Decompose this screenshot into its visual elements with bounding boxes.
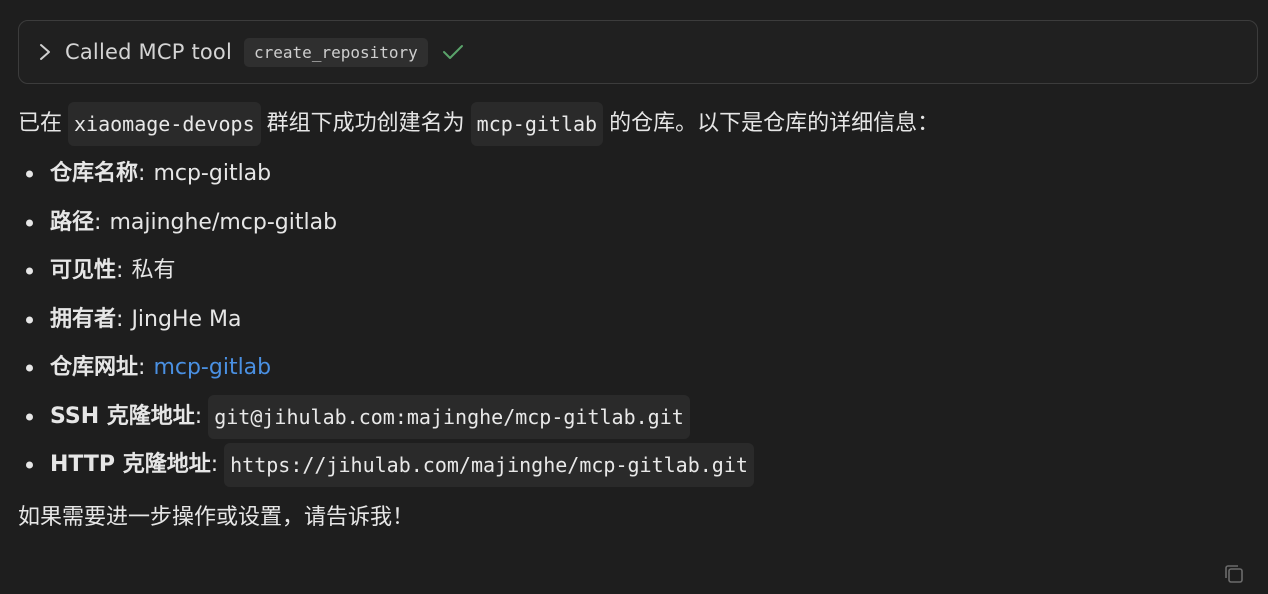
copy-icon[interactable]: [1222, 562, 1246, 586]
detail-value: mcp-gitlab: [153, 161, 272, 187]
assistant-message: 已在 xiaomage-devops 群组下成功创建名为 mcp-gitlab …: [18, 102, 1248, 540]
detail-label: 仓库网址: [50, 355, 139, 381]
tool-name-badge: create_repository: [244, 37, 428, 67]
intro-prefix: 已在: [18, 111, 63, 136]
detail-label: 可见性: [50, 258, 117, 284]
check-icon: [442, 43, 464, 61]
repo-name-code: mcp-gitlab: [470, 102, 604, 146]
detail-label: SSH 克隆地址: [50, 403, 195, 429]
list-item: 拥有者: JingHe Ma: [18, 296, 1248, 345]
list-item: 仓库网址: mcp-gitlab: [18, 344, 1248, 393]
list-item: SSH 克隆地址: git@jihulab.com:majinghe/mcp-g…: [18, 393, 1248, 442]
ssh-clone-url-code: git@jihulab.com:majinghe/mcp-gitlab.git: [208, 394, 690, 439]
detail-label: 仓库名称: [50, 161, 139, 187]
repo-details-list: 仓库名称: mcp-gitlab 路径: majinghe/mcp-gitlab…: [18, 150, 1248, 490]
repo-url-link[interactable]: mcp-gitlab: [153, 348, 271, 388]
chevron-right-icon[interactable]: [37, 44, 53, 60]
intro-middle: 群组下成功创建名为: [266, 111, 465, 136]
group-name-code: xiaomage-devops: [68, 102, 261, 146]
intro-line: 已在 xiaomage-devops 群组下成功创建名为 mcp-gitlab …: [18, 102, 1248, 146]
http-clone-url-code: https://jihulab.com/majinghe/mcp-gitlab.…: [224, 443, 754, 488]
tool-call-title: Called MCP tool: [65, 40, 233, 64]
detail-value: JingHe Ma: [131, 306, 242, 332]
detail-label: HTTP 克隆地址: [50, 452, 211, 478]
list-item: 可见性: 私有: [18, 247, 1248, 296]
outro-line: 如果需要进一步操作或设置，请告诉我！: [18, 504, 415, 530]
detail-label: 路径: [50, 209, 95, 235]
detail-value: majinghe/mcp-gitlab: [109, 209, 338, 235]
list-item: 路径: majinghe/mcp-gitlab: [18, 199, 1248, 248]
mcp-tool-call-card[interactable]: Called MCP tool create_repository: [18, 20, 1258, 84]
detail-value: 私有: [131, 258, 176, 284]
list-item: 仓库名称: mcp-gitlab: [18, 150, 1248, 199]
intro-suffix: 的仓库。以下是仓库的详细信息：: [609, 111, 940, 136]
list-item: HTTP 克隆地址: https://jihulab.com/majinghe/…: [18, 441, 1248, 490]
detail-label: 拥有者: [50, 306, 117, 332]
